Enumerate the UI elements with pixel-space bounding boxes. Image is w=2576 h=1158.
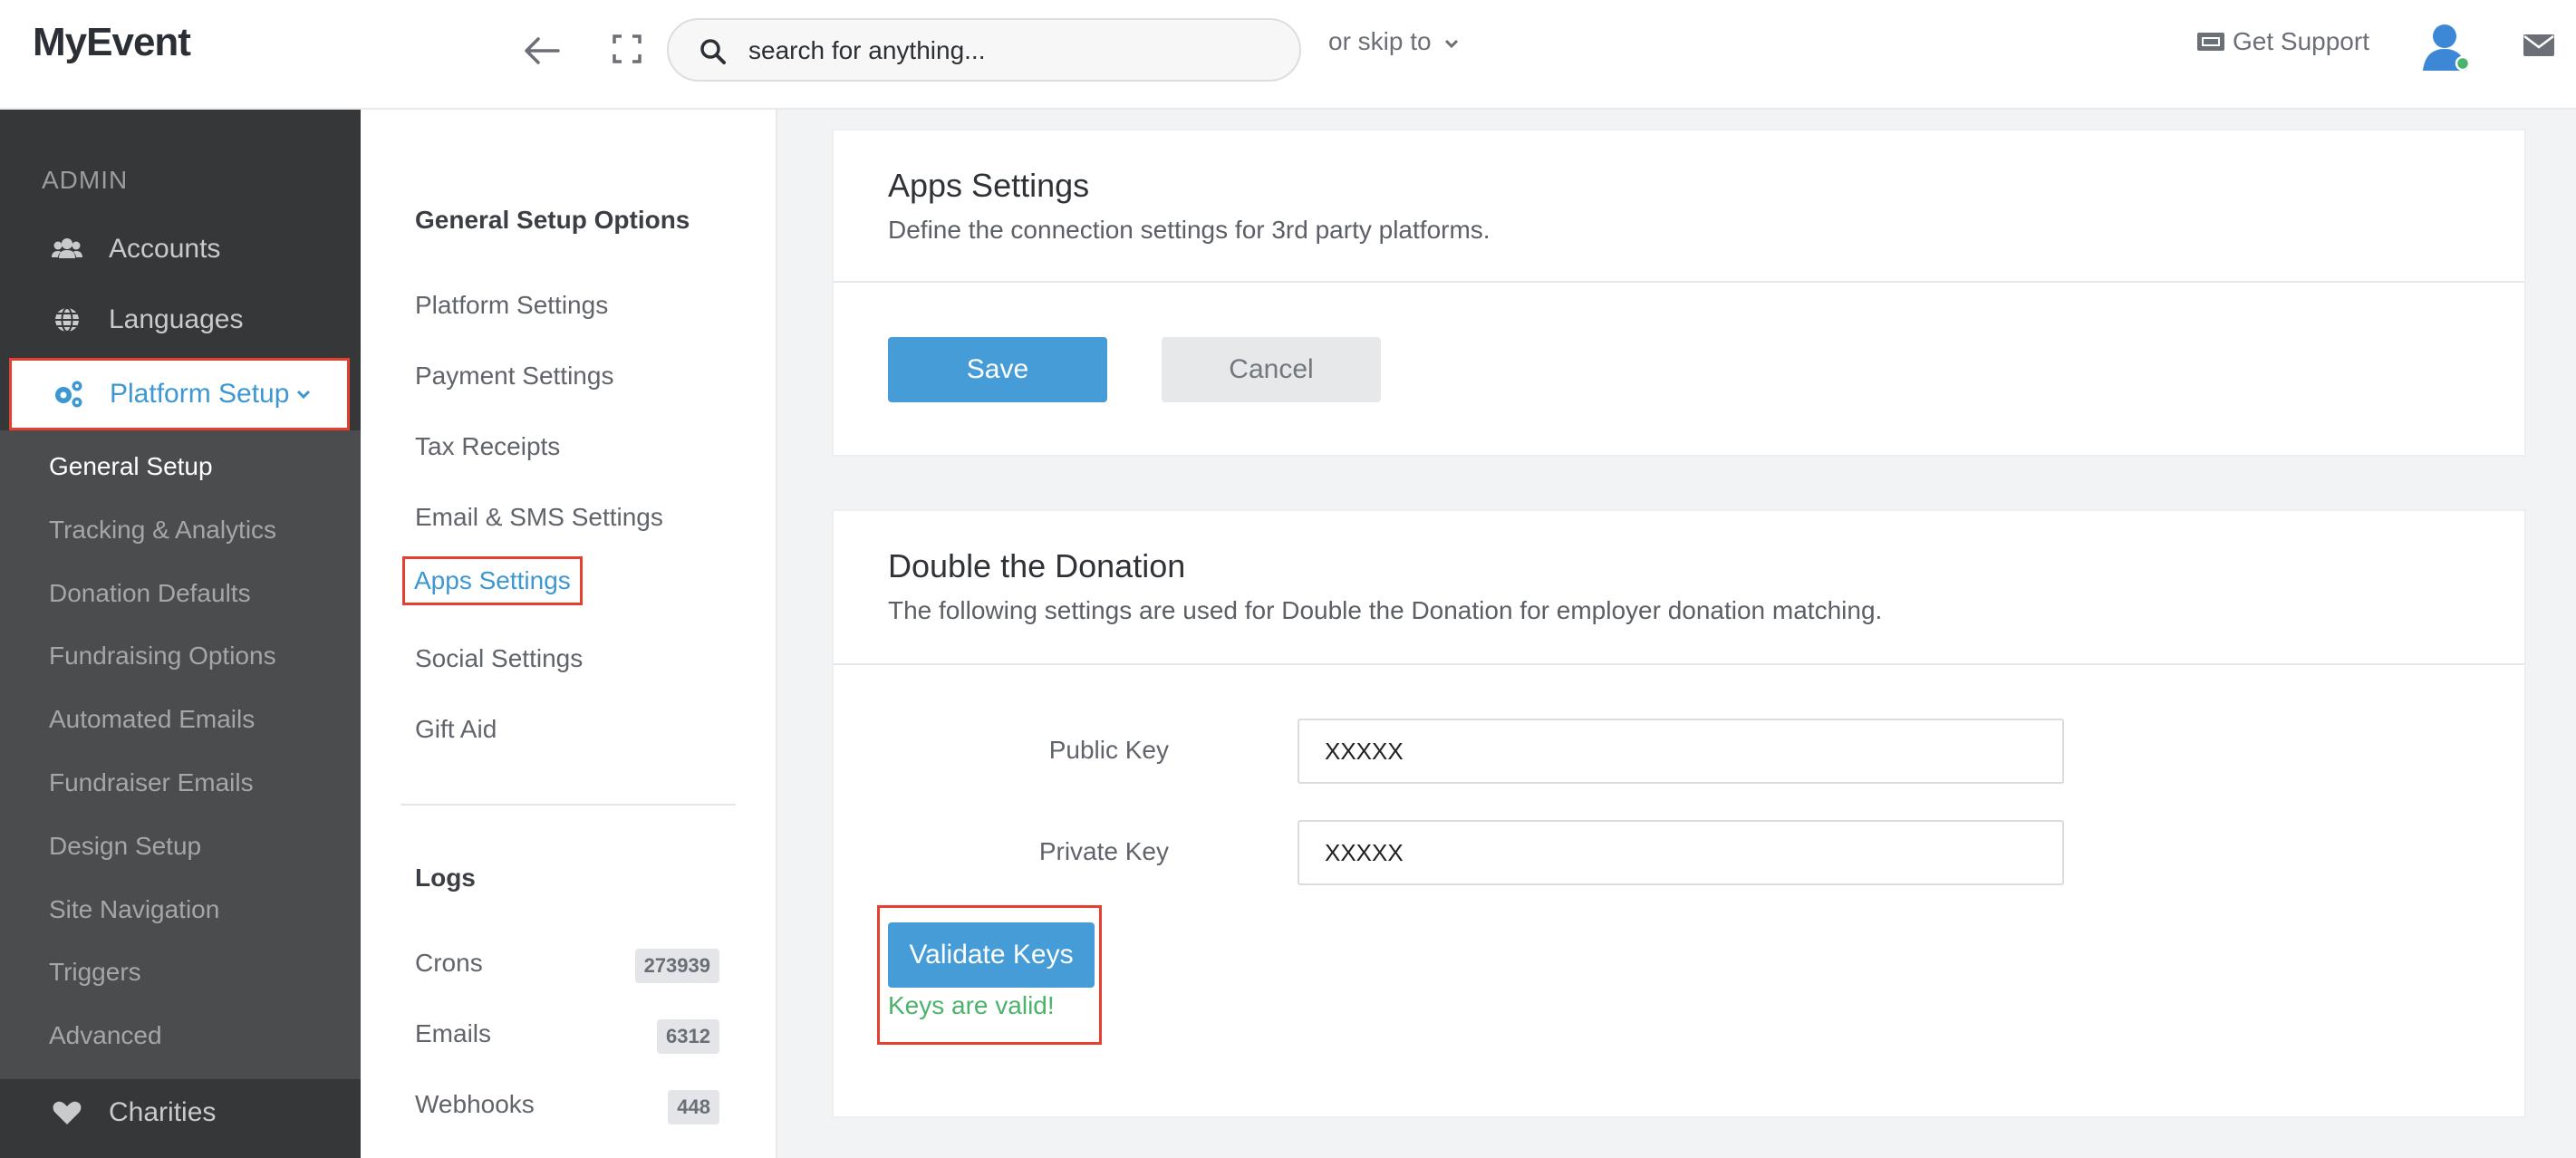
top-bar: MyEvent or skip to Get Support (0, 0, 2576, 110)
sidebar-item-label: Platform Setup (110, 379, 290, 409)
log-row-crons[interactable]: Crons 273939 (415, 949, 719, 985)
nav-link-tax-receipts[interactable]: Tax Receipts (415, 432, 560, 461)
count-badge: 6312 (657, 1019, 719, 1054)
fullscreen-icon[interactable] (609, 31, 645, 67)
get-support-link[interactable]: Get Support (2196, 27, 2369, 56)
apps-settings-card: Apps Settings Define the connection sett… (832, 129, 2526, 457)
submenu-item-tracking-analytics[interactable]: Tracking & Analytics (49, 516, 276, 545)
sidebar-item-charities[interactable]: Charities (0, 1080, 361, 1145)
sidebar-item-languages[interactable]: Languages (0, 287, 361, 352)
sidebar-item-label: Languages (109, 304, 244, 334)
ticket-icon (2197, 33, 2224, 51)
sidebar-item-accounts[interactable]: Accounts (0, 217, 361, 282)
heart-icon (53, 1101, 82, 1124)
nav-link-apps-settings[interactable]: Apps Settings (402, 556, 583, 605)
mail-icon[interactable] (2523, 33, 2555, 58)
user-avatar-icon[interactable] (2416, 16, 2474, 74)
back-arrow-icon[interactable] (518, 27, 565, 74)
nav-link-social-settings[interactable]: Social Settings (415, 644, 583, 673)
keys-valid-message: Keys are valid! (888, 991, 1055, 1019)
public-key-label: Public Key (1048, 736, 1169, 764)
private-key-input[interactable] (1298, 820, 2064, 885)
card-divider (834, 281, 2524, 283)
submenu-item-triggers[interactable]: Triggers (49, 958, 141, 987)
double-the-donation-card: Double the Donation The following settin… (832, 509, 2526, 1118)
public-key-input[interactable] (1298, 719, 2064, 784)
submenu-item-site-navigation[interactable]: Site Navigation (49, 895, 219, 924)
submenu-item-design-setup[interactable]: Design Setup (49, 832, 201, 861)
chevron-down-icon (296, 390, 311, 400)
submenu-item-general-setup[interactable]: General Setup (49, 452, 213, 481)
search-input[interactable] (748, 31, 1274, 71)
users-icon (52, 238, 82, 258)
count-badge: 448 (668, 1090, 719, 1124)
search-bar[interactable] (667, 18, 1301, 82)
submenu-item-fundraiser-emails[interactable]: Fundraiser Emails (49, 768, 254, 797)
globe-icon (55, 307, 79, 333)
submenu-item-advanced[interactable]: Advanced (49, 1021, 162, 1050)
apps-settings-title: Apps Settings (888, 167, 1090, 204)
logs-heading: Logs (415, 864, 476, 892)
platform-setup-submenu: General Setup Tracking & Analytics Donat… (0, 430, 361, 1079)
nav-link-payment-settings[interactable]: Payment Settings (415, 362, 613, 391)
validate-keys-button[interactable]: Validate Keys (888, 922, 1095, 988)
card-divider (834, 663, 2524, 665)
cancel-button[interactable]: Cancel (1162, 337, 1381, 402)
log-label: Crons (415, 949, 483, 977)
double-the-donation-description: The following settings are used for Doub… (888, 596, 1883, 624)
count-badge: 273939 (634, 949, 719, 983)
setup-options-heading: General Setup Options (415, 206, 690, 234)
nav-link-email-sms-settings[interactable]: Email & SMS Settings (415, 503, 663, 532)
private-key-label: Private Key (1038, 837, 1169, 865)
log-label: Emails (415, 1019, 492, 1047)
sidebar-item-platform-setup[interactable]: Platform Setup (9, 358, 350, 430)
nav-link-platform-settings[interactable]: Platform Settings (415, 291, 608, 320)
log-row-webhooks[interactable]: Webhooks 448 (415, 1090, 719, 1126)
admin-sidebar: ADMIN Accounts Languages Platform Setup … (0, 110, 361, 1158)
sidebar-item-label: Accounts (109, 234, 221, 264)
log-row-emails[interactable]: Emails 6312 (415, 1019, 719, 1056)
setup-options-nav: General Setup Options Platform Settings … (361, 110, 777, 1158)
gears-icon (55, 381, 82, 408)
skip-to-dropdown[interactable]: or skip to (1328, 27, 1460, 56)
log-label: Webhooks (415, 1090, 535, 1118)
sidebar-heading: ADMIN (42, 166, 129, 194)
get-support-label: Get Support (2233, 27, 2369, 55)
sidebar-item-label: Charities (109, 1097, 217, 1127)
app-logo[interactable]: MyEvent (33, 20, 191, 65)
apps-settings-description: Define the connection settings for 3rd p… (888, 216, 1491, 244)
search-icon (700, 39, 726, 64)
nav-link-gift-aid[interactable]: Gift Aid (415, 715, 497, 744)
save-button[interactable]: Save (888, 337, 1107, 402)
double-the-donation-title: Double the Donation (888, 547, 1186, 584)
submenu-item-automated-emails[interactable]: Automated Emails (49, 705, 255, 734)
submenu-item-fundraising-options[interactable]: Fundraising Options (49, 642, 276, 671)
nav-divider (400, 804, 736, 806)
skip-to-label: or skip to (1328, 27, 1432, 55)
chevron-down-icon (1445, 39, 1459, 48)
submenu-item-donation-defaults[interactable]: Donation Defaults (49, 579, 251, 608)
